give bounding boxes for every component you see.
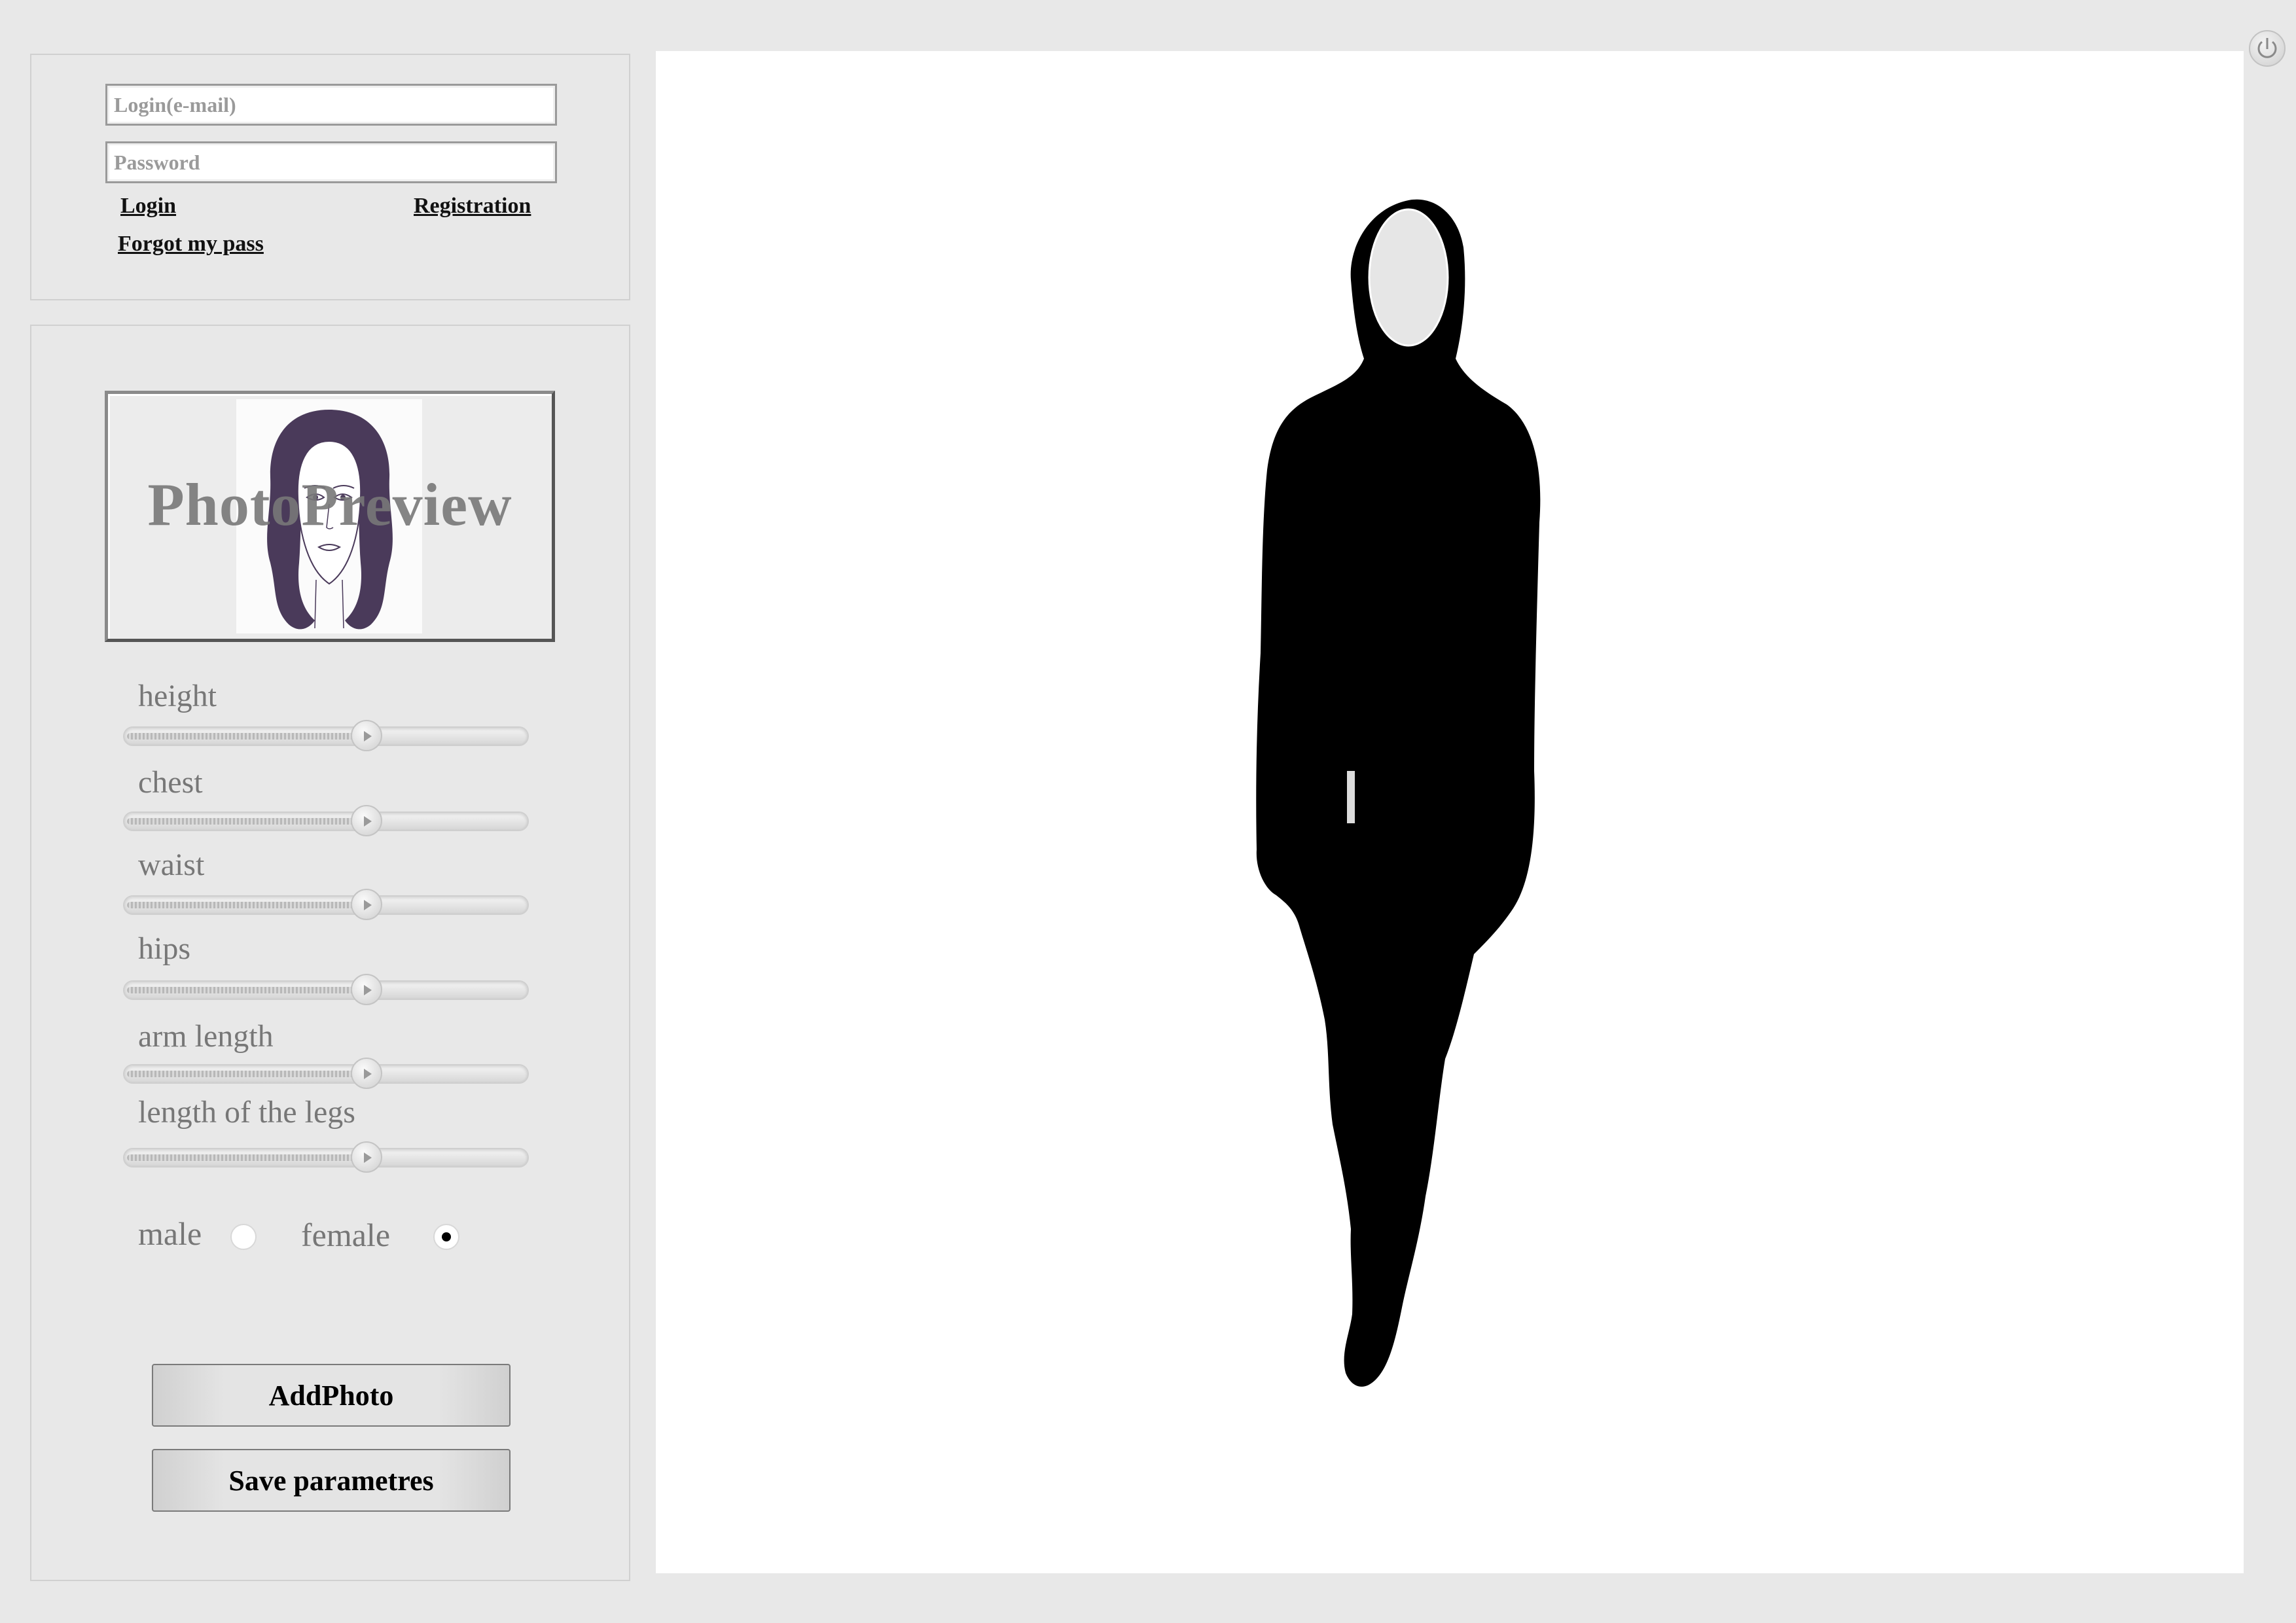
- play-arrow-icon: [364, 900, 372, 910]
- waist-slider[interactable]: [123, 889, 529, 920]
- slider-fill: [127, 987, 364, 993]
- slider-knob[interactable]: [351, 889, 382, 920]
- height-slider[interactable]: [123, 720, 529, 751]
- slider-knob[interactable]: [351, 805, 382, 836]
- password-field[interactable]: [105, 141, 557, 183]
- photo-preview[interactable]: PhotoPreview: [105, 391, 555, 642]
- arm-length-slider[interactable]: [123, 1058, 529, 1089]
- slider-fill: [127, 1154, 364, 1161]
- chest-slider[interactable]: [123, 805, 529, 836]
- hips-slider[interactable]: [123, 974, 529, 1005]
- waist-label: waist: [138, 847, 205, 882]
- slider-fill: [127, 818, 364, 825]
- forgot-password-link[interactable]: Forgot my pass: [118, 232, 264, 257]
- parameters-panel: PhotoPreview height chest waist hips arm…: [30, 325, 630, 1581]
- add-photo-button[interactable]: AddPhoto: [152, 1364, 511, 1427]
- play-arrow-icon: [364, 1069, 372, 1079]
- play-arrow-icon: [364, 985, 372, 995]
- male-label: male: [138, 1215, 202, 1252]
- slider-fill: [127, 1071, 364, 1077]
- slider-fill: [127, 733, 364, 740]
- legs-length-label: length of the legs: [138, 1095, 355, 1130]
- height-label: height: [138, 679, 217, 713]
- photo-preview-label: PhotoPreview: [147, 471, 512, 538]
- play-arrow-icon: [364, 816, 372, 827]
- legs-length-slider[interactable]: [123, 1141, 529, 1173]
- login-link[interactable]: Login: [120, 194, 176, 219]
- power-icon: [2257, 38, 2277, 58]
- slider-knob[interactable]: [351, 974, 382, 1005]
- slider-knob[interactable]: [351, 1141, 382, 1173]
- female-label: female: [301, 1217, 391, 1253]
- power-button[interactable]: [2249, 30, 2286, 67]
- radio-selected-dot: [442, 1232, 451, 1241]
- female-radio[interactable]: [433, 1224, 459, 1250]
- arm-length-label: arm length: [138, 1019, 274, 1054]
- hips-label: hips: [138, 931, 191, 966]
- email-field[interactable]: [105, 84, 557, 126]
- body-silhouette-image: [1256, 199, 1541, 1387]
- slider-knob[interactable]: [351, 1058, 382, 1089]
- login-panel: Login Registration Forgot my pass: [30, 54, 630, 300]
- slider-knob[interactable]: [351, 720, 382, 751]
- play-arrow-icon: [364, 1152, 372, 1163]
- chest-label: chest: [138, 765, 203, 800]
- registration-link[interactable]: Registration: [414, 194, 531, 219]
- play-arrow-icon: [364, 731, 372, 741]
- save-parameters-button[interactable]: Save parametres: [152, 1449, 511, 1512]
- slider-fill: [127, 902, 364, 908]
- male-radio[interactable]: [230, 1224, 257, 1250]
